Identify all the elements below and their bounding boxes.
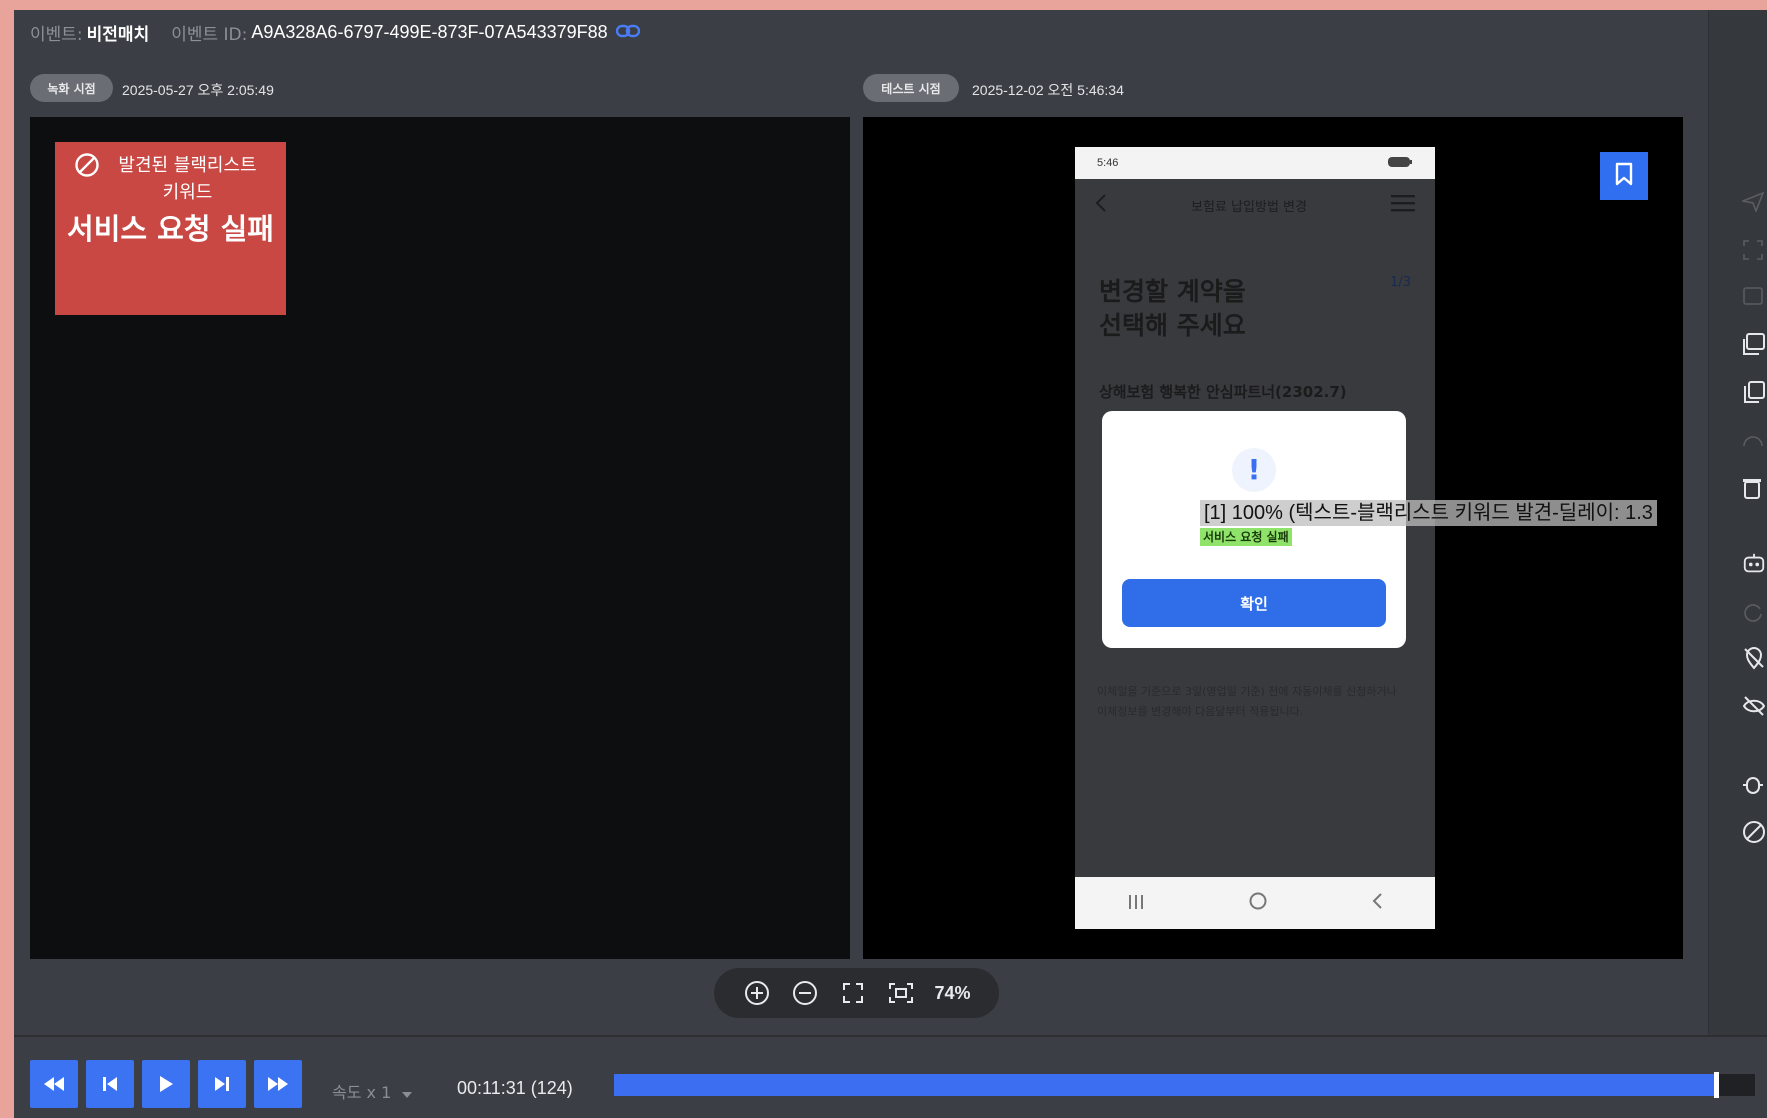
fit-screen-icon[interactable]: [886, 978, 916, 1008]
rewind-button[interactable]: [30, 1060, 78, 1108]
recent-apps-icon[interactable]: [1127, 891, 1145, 915]
right-toolbar: [1708, 10, 1767, 1036]
phone-question-line1: 변경할 계약을: [1099, 277, 1246, 306]
skip-forward-button[interactable]: [198, 1060, 246, 1108]
playback-divider: [14, 1035, 1767, 1037]
contract-item[interactable]: 상해보험 행복한 안심파트너(2302.7): [1099, 381, 1347, 402]
back-icon[interactable]: [1095, 193, 1107, 217]
block-icon[interactable]: [1742, 820, 1766, 844]
detection-overlay-sub: 서비스 요청 실패: [1200, 528, 1292, 546]
phone-page-indicator: 1/3: [1390, 275, 1411, 290]
robot-icon[interactable]: [1742, 552, 1766, 576]
phone-top-bar: 보험료 납입방법 변경: [1075, 179, 1435, 231]
blacklist-title: 발견된 블랙리스트 키워드: [118, 155, 257, 203]
location-off-icon[interactable]: [1742, 646, 1766, 670]
event-header: 이벤트: 비전매치 이벤트 ID: A9A328A6-6797-499E-873…: [30, 20, 640, 45]
progress-fill: [614, 1074, 1718, 1096]
blacklist-alert-card: 발견된 블랙리스트 키워드 서비스 요청 실패: [55, 142, 286, 315]
event-id-label: 이벤트 ID:: [171, 24, 248, 45]
exclamation-icon: !: [1232, 448, 1276, 492]
phone-question-line2: 선택해 주세요: [1099, 311, 1246, 340]
refresh-icon[interactable]: [1742, 600, 1766, 624]
home-icon[interactable]: [1248, 891, 1268, 916]
recording-time-pill: 녹화 시점: [30, 74, 113, 102]
phone-nav-bar: [1075, 877, 1435, 929]
bug-icon[interactable]: [1742, 772, 1766, 796]
playback-time: 00:11:31 (124): [457, 1078, 573, 1098]
progress-bar[interactable]: [614, 1072, 1755, 1098]
test-time-pill: 테스트 시점: [863, 74, 959, 102]
phone-notes: 이체일을 기준으로 3일(영업일 기준) 전에 자동이체를 신청하거나 이체정보…: [1097, 685, 1397, 718]
blocked-icon: [74, 152, 100, 186]
fast-forward-button[interactable]: [254, 1060, 302, 1108]
zoom-in-icon[interactable]: [742, 978, 772, 1008]
blacklist-message: 서비스 요청 실패: [67, 212, 274, 246]
test-timestamp: 2025-12-02 오전 5:46:34: [972, 82, 1124, 98]
zoom-level: 74%: [934, 982, 971, 1003]
event-value: 비전매치: [86, 24, 150, 45]
crop-icon[interactable]: [1742, 238, 1766, 262]
image-icon[interactable]: [1742, 332, 1766, 356]
gauge-icon[interactable]: [1742, 428, 1766, 452]
square-icon[interactable]: [1742, 284, 1766, 308]
phone-title: 보험료 납입방법 변경: [1191, 199, 1307, 215]
delete-icon[interactable]: [1742, 476, 1766, 500]
play-button[interactable]: [142, 1060, 190, 1108]
zoom-toolbar: 74%: [714, 968, 999, 1018]
send-icon[interactable]: [1742, 190, 1766, 214]
nav-back-icon[interactable]: [1371, 891, 1383, 915]
link-icon[interactable]: [615, 23, 640, 42]
battery-icon: [1387, 156, 1413, 171]
event-id-value: A9A328A6-6797-499E-873F-07A543379F88: [251, 21, 608, 42]
skip-back-button[interactable]: [86, 1060, 134, 1108]
zoom-out-icon[interactable]: [790, 978, 820, 1008]
phone-question: 변경할 계약을 선택해 주세요: [1099, 275, 1246, 343]
speed-select[interactable]: 속도 x 1: [332, 1079, 413, 1103]
progress-thumb[interactable]: [1714, 1072, 1719, 1098]
fullscreen-icon[interactable]: [838, 978, 868, 1008]
eye-off-icon[interactable]: [1742, 694, 1766, 718]
speed-value: 속도 x 1: [332, 1083, 392, 1102]
copy-icon[interactable]: [1742, 380, 1766, 404]
chevron-down-icon: [402, 1083, 413, 1102]
phone-status-time: 5:46: [1097, 157, 1119, 169]
menu-icon[interactable]: [1391, 194, 1415, 216]
confirm-button[interactable]: 확인: [1122, 579, 1386, 627]
detection-overlay: [1] 100% (텍스트-블랙리스트 키워드 발견-딜레이: 1.3: [1200, 500, 1657, 526]
bookmark-icon: [1614, 162, 1634, 190]
recording-timestamp: 2025-05-27 오후 2:05:49: [122, 82, 274, 98]
bookmark-button[interactable]: [1600, 152, 1648, 200]
phone-status-bar: 5:46: [1075, 147, 1435, 179]
event-label: 이벤트:: [30, 24, 83, 45]
